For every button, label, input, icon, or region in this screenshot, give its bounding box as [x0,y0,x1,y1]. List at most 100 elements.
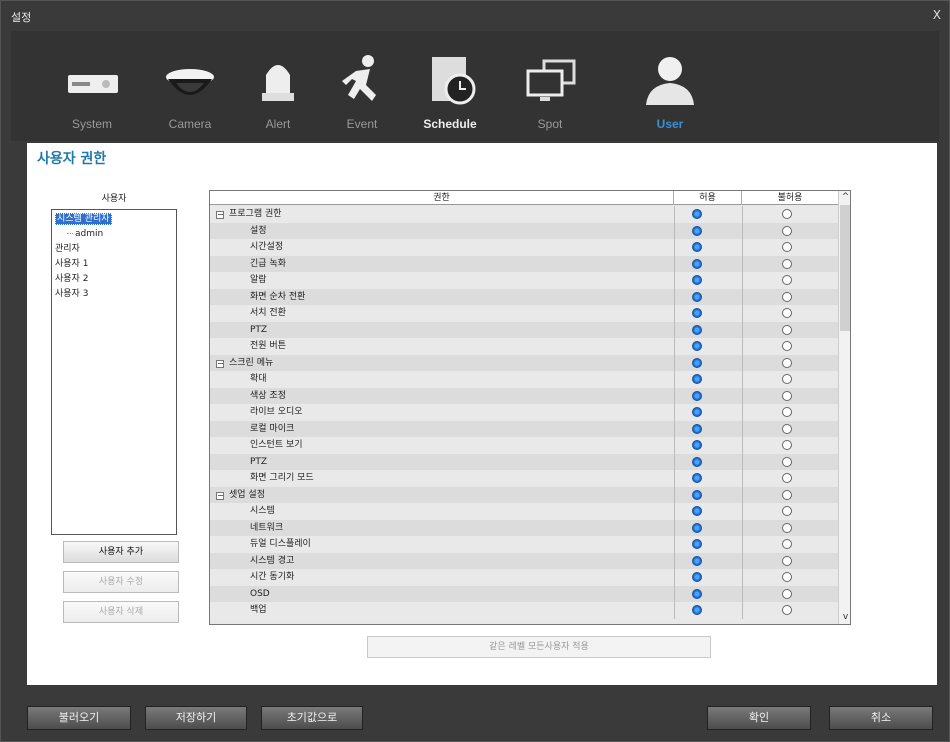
allow-radio[interactable] [692,407,702,417]
allow-radio[interactable] [692,555,702,566]
deny-radio[interactable] [782,489,792,500]
ok-button[interactable]: 확인 [707,706,811,730]
grid-body: − 프로그램 권한 설정 시간설정 긴급 녹화 알람 화면 순차 전환 서치 전환 PTZ 전원 … [210,206,838,619]
allow-radio[interactable] [692,440,702,450]
permission-label: 로컬 마이크 [250,423,295,434]
deny-radio[interactable] [782,291,792,302]
delete-user-button[interactable]: 사용자 삭제 [63,601,179,623]
close-icon[interactable]: X [933,8,941,22]
deny-radio[interactable] [782,209,792,219]
scroll-up-icon[interactable]: ^ [839,191,850,204]
deny-radio[interactable] [782,341,792,351]
scroll-down-icon[interactable]: v [839,611,850,624]
permission-label: 프로그램 권한 [229,209,282,219]
allow-radio[interactable] [692,258,702,269]
permission-label: 시간설정 [250,242,284,252]
deny-radio[interactable] [782,374,792,384]
deny-radio[interactable] [782,473,792,483]
collapse-icon[interactable]: − [216,211,224,219]
deny-radio[interactable] [782,324,792,335]
tree-item-user[interactable]: 사용자 1 [55,257,173,272]
nav-user[interactable]: User [625,45,715,135]
deny-radio[interactable] [782,308,792,318]
permission-label: 긴급 녹화 [250,258,286,269]
collapse-icon[interactable]: − [216,359,224,368]
dome-camera-icon [166,69,214,95]
deny-radio[interactable] [782,390,792,401]
tree-item-user[interactable]: admin [55,227,173,242]
allow-radio[interactable] [692,374,702,384]
allow-radio[interactable] [692,605,702,615]
nav-event[interactable]: Event [317,45,407,135]
deny-radio[interactable] [782,506,792,516]
tree-item-user[interactable]: 시스템 관리자 [55,212,173,227]
permission-label: 알람 [250,275,267,285]
allow-radio[interactable] [692,456,702,467]
cancel-button[interactable]: 취소 [829,706,933,730]
alarm-light-icon [262,65,294,101]
vertical-scrollbar[interactable]: ^ v [838,191,850,624]
allow-radio[interactable] [692,242,702,252]
permission-label: 스크린 메뉴 [229,357,274,368]
tree-item-user[interactable]: 사용자 3 [55,287,173,302]
allow-radio[interactable] [692,572,702,582]
column-header-permission: 권한 [210,191,674,205]
deny-radio[interactable] [782,605,792,615]
permission-label: 듀얼 디스플레이 [250,539,311,549]
collapse-icon[interactable]: − [216,491,224,500]
dvr-icon [68,75,118,93]
permission-label: 시간 동기화 [250,572,295,582]
deny-radio[interactable] [782,275,792,285]
allow-radio[interactable] [692,308,702,318]
save-button[interactable]: 저장하기 [145,706,247,730]
allow-radio[interactable] [692,324,702,335]
tree-item-user[interactable]: 사용자 2 [55,272,173,287]
allow-radio[interactable] [692,275,702,285]
tree-item-user[interactable]: 관리자 [55,242,173,257]
deny-radio[interactable] [782,588,792,599]
allow-radio[interactable] [692,225,702,236]
deny-radio[interactable] [782,555,792,566]
allow-radio[interactable] [692,489,702,500]
nav-schedule[interactable]: Schedule [405,45,495,135]
nav-camera[interactable]: Camera [145,45,235,135]
allow-radio[interactable] [692,390,702,401]
allow-radio[interactable] [692,291,702,302]
nav-spot[interactable]: Spot [505,45,595,135]
permission-group-row: − 스크린 메뉴 [210,354,838,371]
deny-radio[interactable] [782,357,792,368]
nav-alert[interactable]: Alert [233,45,323,135]
allow-radio[interactable] [692,473,702,483]
allow-radio[interactable] [692,506,702,516]
permission-row: 네트워크 [210,519,838,536]
column-divider [674,206,675,619]
user-tree[interactable]: 시스템 관리자 admin 관리자 사용자 1 사용자 2 사용자 3 [51,209,177,535]
apply-same-level-button[interactable]: 같은 레벨 모든사용자 적용 [367,636,711,658]
allow-radio[interactable] [692,423,702,434]
deny-radio[interactable] [782,258,792,269]
permission-grid: 권한 허용 불허용 − 프로그램 권한 설정 시간설정 긴급 녹화 알람 화면 순차 전환 서… [209,190,851,625]
allow-radio[interactable] [692,539,702,549]
reset-default-button[interactable]: 초기값으로 [261,706,363,730]
scroll-thumb[interactable] [840,205,850,331]
add-user-button[interactable]: 사용자 추가 [63,541,179,563]
allow-radio[interactable] [692,357,702,368]
permission-label: 서치 전환 [250,308,286,318]
allow-radio[interactable] [692,522,702,533]
deny-radio[interactable] [782,242,792,252]
allow-radio[interactable] [692,341,702,351]
deny-radio[interactable] [782,539,792,549]
edit-user-button[interactable]: 사용자 수정 [63,571,179,593]
permission-row: 듀얼 디스플레이 [210,536,838,553]
deny-radio[interactable] [782,423,792,434]
load-button[interactable]: 불러오기 [27,706,131,730]
deny-radio[interactable] [782,522,792,533]
allow-radio[interactable] [692,209,702,219]
deny-radio[interactable] [782,440,792,450]
deny-radio[interactable] [782,456,792,467]
deny-radio[interactable] [782,572,792,582]
deny-radio[interactable] [782,225,792,236]
allow-radio[interactable] [692,588,702,599]
deny-radio[interactable] [782,407,792,417]
nav-system[interactable]: System [47,45,137,135]
